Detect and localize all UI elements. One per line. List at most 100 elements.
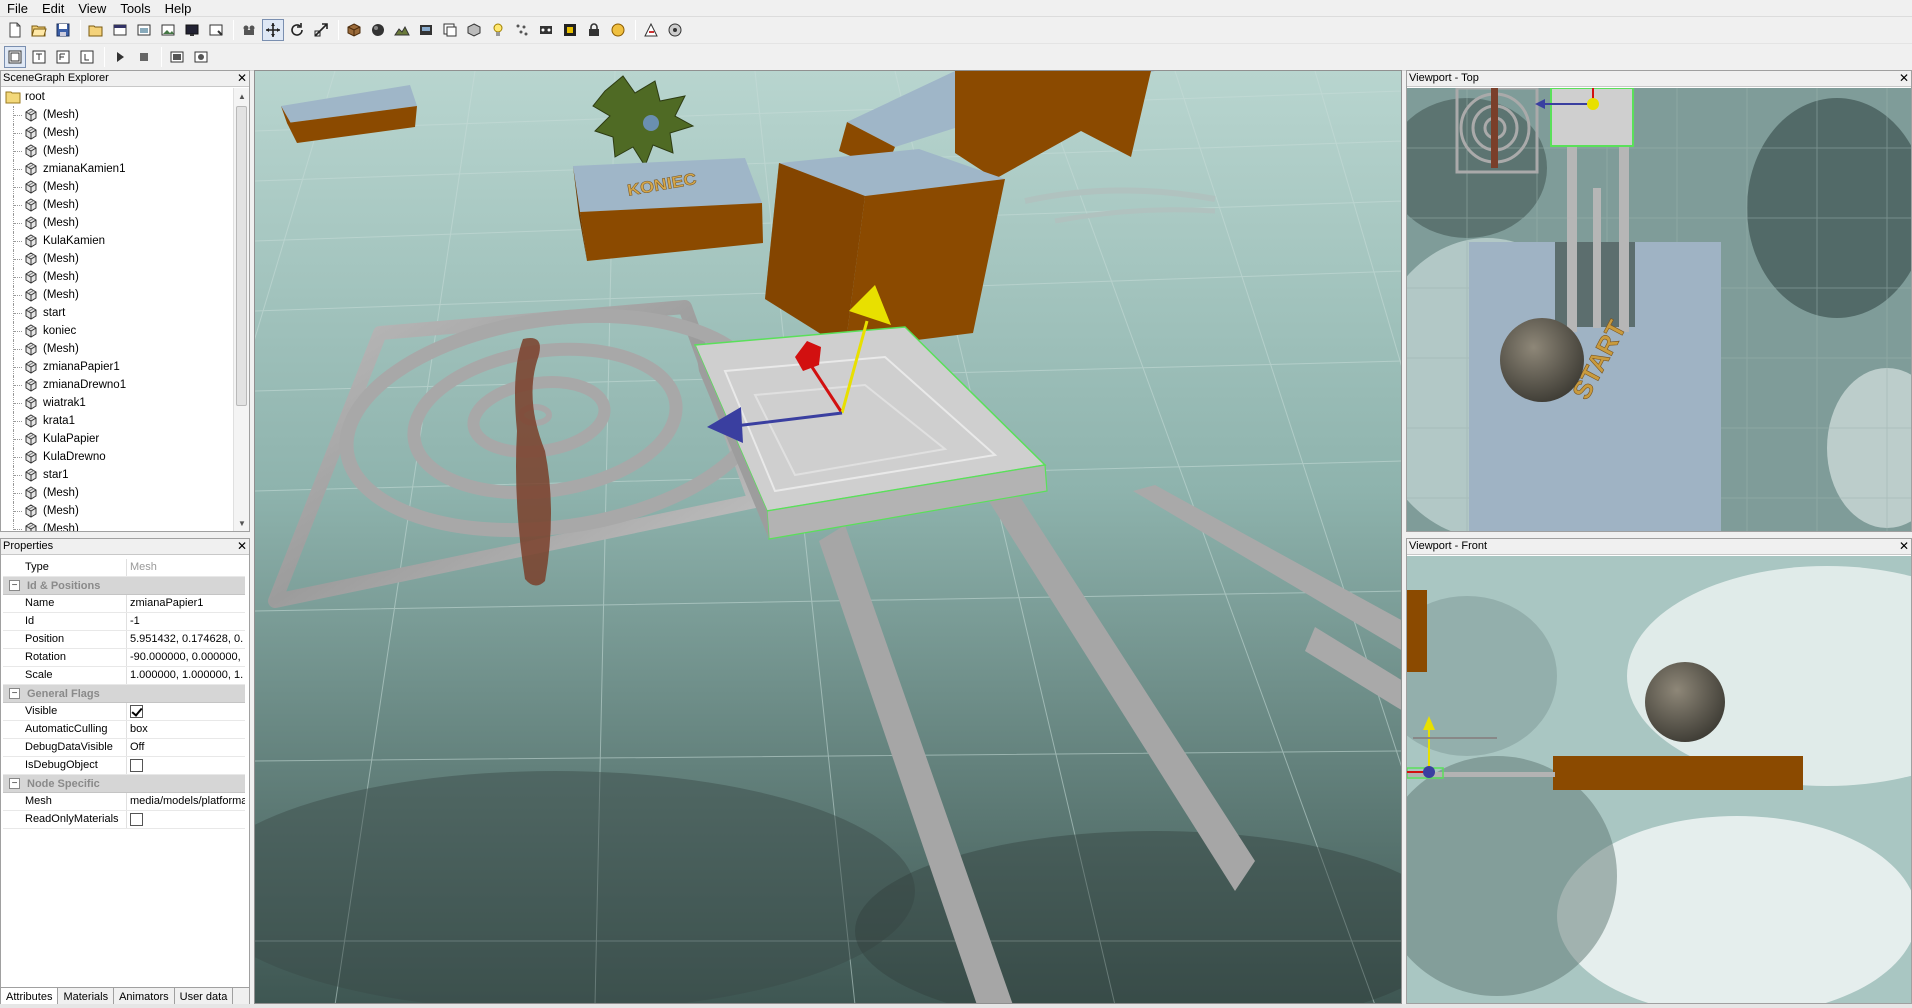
tree-item[interactable]: (Mesh) [1,178,233,196]
property-row-id[interactable]: Id -1 [3,613,245,631]
sphere-icon[interactable] [367,19,389,41]
culling-field[interactable]: box [127,721,245,738]
front-viewport-canvas[interactable] [1407,556,1911,1003]
property-row-isdebug[interactable]: IsDebugObject [3,757,245,775]
scenegraph-tree[interactable]: root (Mesh) (Mesh) (Mesh) zmianaKamien1 (Mes… [1,88,233,531]
billboard-icon[interactable] [439,19,461,41]
menu-edit[interactable]: Edit [35,0,71,17]
property-row-mesh[interactable]: Mesh media/models/platforma [3,793,245,811]
render-icon[interactable] [205,19,227,41]
scroll-down-icon[interactable]: ▼ [234,515,250,531]
tree-item[interactable]: (Mesh) [1,250,233,268]
export-icon[interactable] [109,19,131,41]
property-row-rotation[interactable]: Rotation -90.000000, 0.000000, [3,649,245,667]
rotation-field[interactable]: -90.000000, 0.000000, [127,649,245,666]
property-row-name[interactable]: Name zmianaPapier1 [3,595,245,613]
open-file-icon[interactable] [28,19,50,41]
isdebug-checkbox[interactable] [130,759,143,772]
lock-icon[interactable] [583,19,605,41]
scale-field[interactable]: 1.000000, 1.000000, 1. [127,667,245,684]
play-icon[interactable] [109,46,131,68]
tree-item[interactable]: star1 [1,466,233,484]
top-stone-ball[interactable] [1500,318,1584,402]
paint-icon[interactable] [640,19,662,41]
octree-icon[interactable] [463,19,485,41]
cube-icon[interactable] [343,19,365,41]
property-row-position[interactable]: Position 5.951432, 0.174628, 0. [3,631,245,649]
tree-item[interactable]: (Mesh) [1,106,233,124]
screen-icon[interactable] [181,19,203,41]
platform-koniec[interactable]: KONIEC [573,158,763,261]
view-top-icon[interactable] [28,46,50,68]
tree-item[interactable]: zmianaKamien1 [1,160,233,178]
tree-root[interactable]: root [1,88,233,106]
water-icon[interactable] [559,19,581,41]
terrain-icon[interactable] [391,19,413,41]
scroll-thumb[interactable] [236,106,247,406]
front-platform[interactable] [1553,756,1803,790]
top-viewport-canvas[interactable]: START [1407,88,1911,531]
visible-checkbox[interactable] [130,705,143,718]
tree-item[interactable]: (Mesh) [1,196,233,214]
tree-item[interactable]: start [1,304,233,322]
scale-gizmo-icon[interactable] [310,19,332,41]
mesh-field[interactable]: media/models/platforma [127,793,245,810]
settings-icon[interactable] [664,19,686,41]
group-general-flags[interactable]: − General Flags [3,685,245,703]
debugdata-field[interactable]: Off [127,739,245,756]
menu-help[interactable]: Help [158,0,199,17]
tree-item[interactable]: zmianaPapier1 [1,358,233,376]
tree-item[interactable]: (Mesh) [1,286,233,304]
menu-tools[interactable]: Tools [113,0,157,17]
tree-item[interactable]: wiatrak1 [1,394,233,412]
tree-item[interactable]: (Mesh) [1,520,233,531]
view-left-icon[interactable] [76,46,98,68]
save-icon[interactable] [52,19,74,41]
collapse-icon[interactable]: − [9,580,20,591]
scene-render[interactable]: KONIEC [255,71,1402,1004]
view-front-icon[interactable] [52,46,74,68]
particle-icon[interactable] [511,19,533,41]
tree-item[interactable]: (Mesh) [1,124,233,142]
window-icon[interactable] [133,19,155,41]
tree-item[interactable]: (Mesh) [1,142,233,160]
collapse-icon[interactable]: − [9,778,20,789]
readonly-checkbox[interactable] [130,813,143,826]
collapse-icon[interactable]: − [9,688,20,699]
tree-item[interactable]: (Mesh) [1,268,233,286]
front-stone-ball[interactable] [1645,662,1725,742]
screenshot-icon[interactable] [190,46,212,68]
snapshot-icon[interactable] [166,46,188,68]
tree-item[interactable]: KulaPapier [1,430,233,448]
front-wall-block[interactable] [1407,590,1427,672]
perspective-viewport[interactable]: KONIEC [254,70,1402,1004]
property-row-debugdata[interactable]: DebugDataVisible Off [3,739,245,757]
light-icon[interactable] [487,19,509,41]
stop-icon[interactable] [133,46,155,68]
scroll-up-icon[interactable]: ▲ [234,88,250,104]
tree-item[interactable]: koniec [1,322,233,340]
animated-mesh-icon[interactable] [535,19,557,41]
triangle-icon[interactable] [607,19,629,41]
property-row-visible[interactable]: Visible [3,703,245,721]
position-field[interactable]: 5.951432, 0.174628, 0. [127,631,245,648]
group-id-positions[interactable]: − Id & Positions [3,577,245,595]
skybox-icon[interactable] [415,19,437,41]
tree-item[interactable]: KulaKamien [1,232,233,250]
tree-item[interactable]: krata1 [1,412,233,430]
close-icon[interactable]: ✕ [237,71,247,86]
property-row-culling[interactable]: AutomaticCulling box [3,721,245,739]
close-icon[interactable]: ✕ [237,539,247,554]
move-gizmo-icon[interactable] [262,19,284,41]
image-icon[interactable] [157,19,179,41]
tree-item[interactable]: (Mesh) [1,502,233,520]
id-field[interactable]: -1 [127,613,245,630]
tree-item[interactable]: (Mesh) [1,340,233,358]
front-viewport[interactable]: Viewport - Front ✕ [1406,538,1912,1004]
new-file-icon[interactable] [4,19,26,41]
top-viewport[interactable]: Viewport - Top ✕ START [1406,70,1912,532]
name-field[interactable]: zmianaPapier1 [127,595,245,612]
import-icon[interactable] [85,19,107,41]
tree-item[interactable]: KulaDrewno [1,448,233,466]
tree-scrollbar[interactable]: ▲ ▼ [233,88,249,531]
